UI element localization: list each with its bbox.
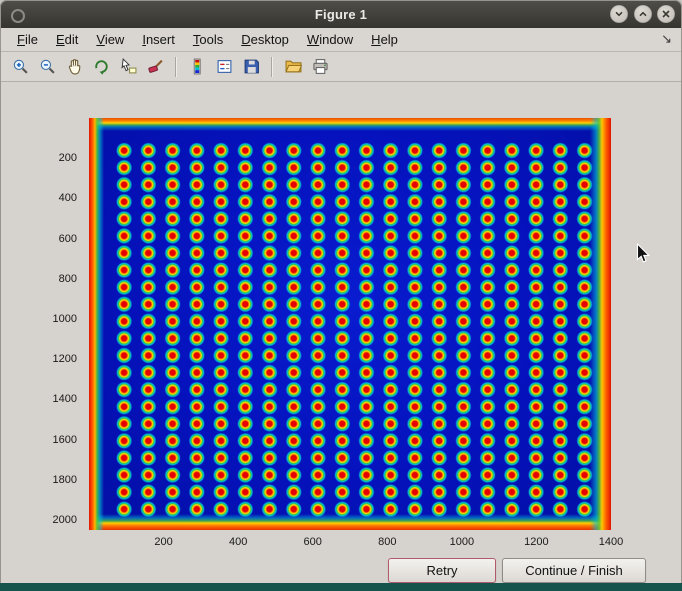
menu-tools[interactable]: Tools — [185, 30, 231, 49]
x-tick-label: 200 — [154, 536, 172, 548]
menu-view[interactable]: View — [88, 30, 132, 49]
save-button[interactable] — [239, 55, 263, 79]
brush-icon — [147, 58, 164, 75]
insert-colorbar-button[interactable] — [185, 55, 209, 79]
y-tick-label: 1600 — [53, 434, 77, 446]
insert-colorbar-icon — [189, 58, 206, 75]
continue-finish-button[interactable]: Continue / Finish — [502, 558, 646, 583]
menu-desktop[interactable]: Desktop — [233, 30, 297, 49]
close-button[interactable] — [657, 5, 675, 23]
save-floppy-icon — [243, 58, 260, 75]
insert-legend-icon — [216, 58, 233, 75]
pan-hand-icon — [66, 58, 83, 75]
menu-edit[interactable]: Edit — [48, 30, 86, 49]
y-tick-label: 1800 — [53, 474, 77, 486]
window-title: Figure 1 — [315, 7, 367, 22]
y-tick-label: 1400 — [53, 393, 77, 405]
pan-button[interactable] — [62, 55, 86, 79]
print-button[interactable] — [308, 55, 332, 79]
zoom-out-icon — [39, 58, 56, 75]
y-tick-label: 200 — [59, 152, 77, 164]
retry-button[interactable]: Retry — [388, 558, 496, 583]
x-tick-label: 600 — [304, 536, 322, 548]
menubar: File Edit View Insert Tools Desktop Wind… — [1, 28, 681, 52]
zoom-in-button[interactable] — [8, 55, 32, 79]
zoom-out-button[interactable] — [35, 55, 59, 79]
open-folder-icon — [285, 58, 302, 75]
rotate-3d-icon — [93, 58, 110, 75]
taskbar-strip — [0, 583, 682, 591]
data-cursor-icon — [120, 58, 137, 75]
heatmap-dot-grid — [112, 142, 597, 518]
menu-overflow-arrow-icon[interactable]: ↘ — [661, 31, 672, 47]
menu-insert[interactable]: Insert — [134, 30, 183, 49]
plot-image[interactable] — [89, 118, 611, 530]
x-tick-label: 800 — [378, 536, 396, 548]
open-button[interactable] — [281, 55, 305, 79]
x-axis-tick-labels: 200400600800100012001400 — [89, 534, 611, 550]
chevron-up-icon — [638, 9, 648, 19]
insert-legend-button[interactable] — [212, 55, 236, 79]
y-axis-tick-labels: 200 400 600 800 1000 1200 1400 1600 1800 2000 — [1, 118, 85, 530]
window-menu-icon[interactable] — [11, 9, 25, 23]
maximize-button[interactable] — [634, 5, 652, 23]
titlebar[interactable]: Figure 1 — [0, 0, 682, 28]
y-tick-label: 800 — [59, 273, 77, 285]
y-tick-label: 2000 — [53, 514, 77, 526]
zoom-in-icon — [12, 58, 29, 75]
menu-window[interactable]: Window — [299, 30, 361, 49]
menu-help[interactable]: Help — [363, 30, 406, 49]
x-tick-label: 1000 — [450, 536, 474, 548]
close-icon — [661, 9, 671, 19]
data-cursor-button[interactable] — [116, 55, 140, 79]
brush-button[interactable] — [143, 55, 167, 79]
x-tick-label: 1400 — [599, 536, 623, 548]
toolbar-separator — [271, 57, 273, 77]
x-tick-label: 1200 — [524, 536, 548, 548]
menu-file[interactable]: File — [9, 30, 46, 49]
y-tick-label: 1200 — [53, 353, 77, 365]
chevron-down-icon — [614, 9, 624, 19]
y-tick-label: 1000 — [53, 313, 77, 325]
y-tick-label: 400 — [59, 192, 77, 204]
shade-button[interactable] — [610, 5, 628, 23]
toolbar-separator — [175, 57, 177, 77]
x-tick-label: 400 — [229, 536, 247, 548]
rotate-3d-button[interactable] — [89, 55, 113, 79]
figure-canvas: 200 400 600 800 1000 1200 1400 1600 1800 2000 200… — [1, 82, 681, 583]
y-tick-label: 600 — [59, 233, 77, 245]
printer-icon — [312, 58, 329, 75]
figure-toolbar — [1, 52, 681, 82]
